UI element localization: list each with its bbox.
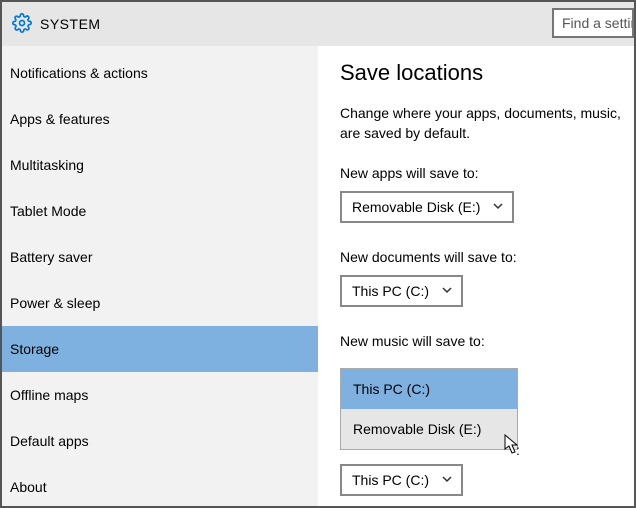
dropdown-value: Removable Disk (E:) [352,199,480,215]
sidebar-item-label: Storage [10,341,59,357]
page-description: Change where your apps, documents, music… [340,104,634,143]
section-label-music: New music will save to: [340,333,634,349]
dropdown-popup-music: This PC (C:) Removable Disk (E:) [340,368,518,450]
dropdown-option-label: Removable Disk (E:) [353,421,481,437]
sidebar-item-label: Notifications & actions [10,65,148,81]
dropdown-extra[interactable]: This PC (C:) [340,464,463,496]
header-title: SYSTEM [40,16,101,32]
search-placeholder: Find a setting [562,15,634,31]
sidebar-item-label: Apps & features [10,111,110,127]
dropdown-value: This PC (C:) [352,283,429,299]
search-input[interactable]: Find a setting [552,8,634,38]
chevron-down-icon [441,283,453,299]
sidebar-item-multitasking[interactable]: Multitasking [2,142,318,188]
sidebar-item-label: Tablet Mode [10,203,86,219]
sidebar-item-label: Multitasking [10,157,84,173]
dropdown-option-label: This PC (C:) [353,381,430,397]
chevron-down-icon [492,199,504,215]
content: Save locations Change where your apps, d… [318,46,634,506]
chevron-down-icon [441,472,453,488]
header-bar: SYSTEM Find a setting [2,2,634,46]
page-description-line: Change where your apps, documents, music… [340,105,621,121]
dropdown-new-documents[interactable]: This PC (C:) [340,275,463,307]
dropdown-option[interactable]: Removable Disk (E:) [341,409,517,449]
dropdown-value: This PC (C:) [352,472,429,488]
sidebar-item-notifications[interactable]: Notifications & actions [2,50,318,96]
sidebar-item-storage[interactable]: Storage [2,326,318,372]
sidebar-item-about[interactable]: About [2,464,318,506]
gear-icon [12,13,32,36]
truncated-label: : [516,442,520,458]
sidebar-item-label: Offline maps [10,387,88,403]
sidebar: Notifications & actions Apps & features … [2,46,318,506]
section-label-apps: New apps will save to: [340,165,634,181]
dropdown-new-apps[interactable]: Removable Disk (E:) [340,191,514,223]
dropdown-option[interactable]: This PC (C:) [341,369,517,409]
sidebar-item-battery-saver[interactable]: Battery saver [2,234,318,280]
sidebar-item-label: Power & sleep [10,295,100,311]
sidebar-item-label: Default apps [10,433,89,449]
body: Notifications & actions Apps & features … [2,46,634,506]
sidebar-item-default-apps[interactable]: Default apps [2,418,318,464]
sidebar-item-label: Battery saver [10,249,92,265]
sidebar-item-power-sleep[interactable]: Power & sleep [2,280,318,326]
page-description-line: are saved by default. [340,125,470,141]
sidebar-item-apps-features[interactable]: Apps & features [2,96,318,142]
page-title: Save locations [340,60,634,86]
sidebar-item-tablet-mode[interactable]: Tablet Mode [2,188,318,234]
section-label-documents: New documents will save to: [340,249,634,265]
sidebar-item-offline-maps[interactable]: Offline maps [2,372,318,418]
sidebar-item-label: About [10,479,47,495]
